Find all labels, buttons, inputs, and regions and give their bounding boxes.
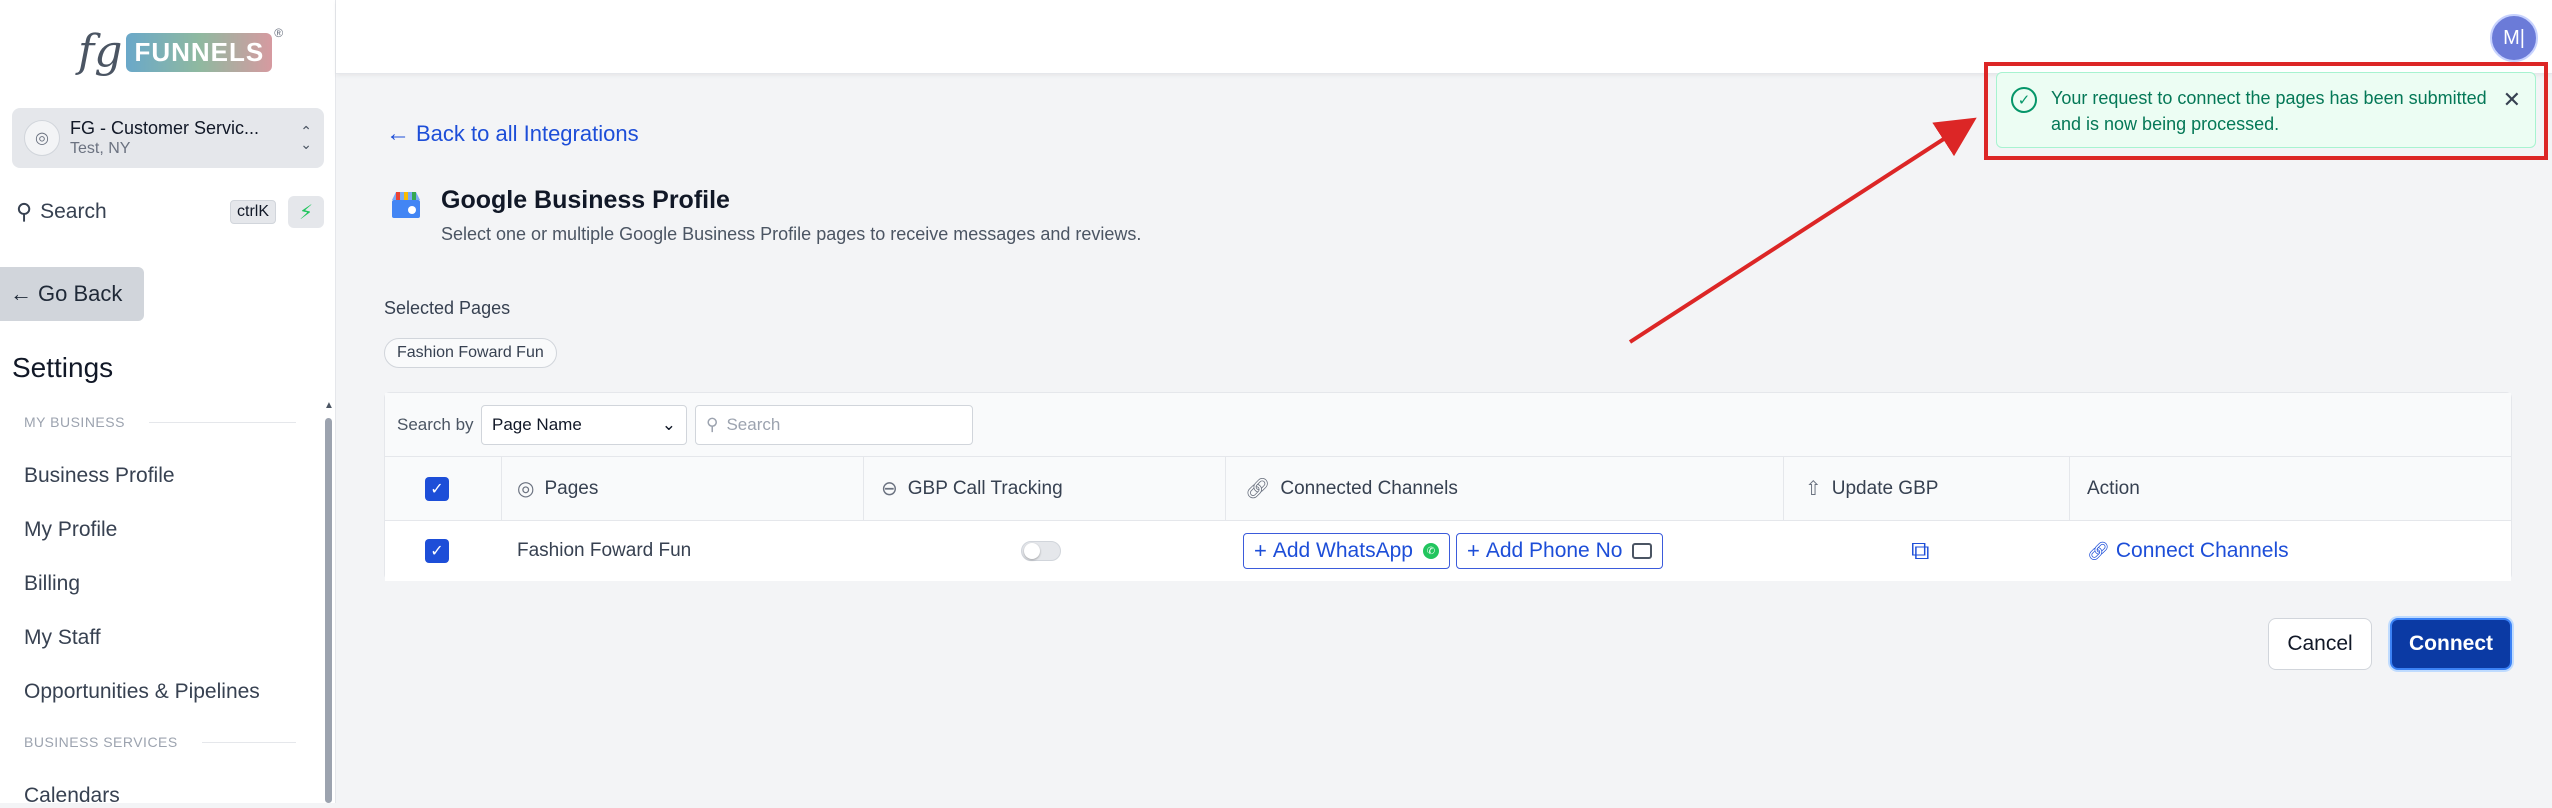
annotation-highlight-box — [1984, 62, 2548, 160]
table-row: ✓ Fashion Foward Fun + Add WhatsApp ✆ + … — [385, 521, 2511, 581]
plus-icon: + — [1254, 538, 1267, 563]
google-business-profile-icon — [392, 192, 420, 218]
column-gbp-call-tracking: ⊖ GBP Call Tracking — [881, 457, 1063, 520]
column-update-gbp-label: Update GBP — [1831, 477, 1939, 499]
connect-channels-label: Connect Channels — [2115, 539, 2289, 562]
nav-calendars[interactable]: Calendars — [24, 784, 120, 808]
nav-business-profile[interactable]: Business Profile — [24, 464, 175, 488]
scroll-up-icon[interactable]: ▲ — [324, 400, 334, 411]
sidebar-search[interactable]: ⚲ Search ctrlK ⚡ — [16, 196, 324, 228]
row-call-tracking-toggle-cell — [1021, 521, 1061, 581]
section-my-business: MY BUSINESS — [24, 414, 296, 430]
connect-channels-link[interactable]: 🔗︎ Connect Channels — [2087, 539, 2289, 563]
row-checkbox[interactable]: ✓ — [425, 539, 449, 563]
table-header-row: ✓ ◎ Pages ⊖ GBP Call Tracking 🔗︎ Connect… — [385, 457, 2511, 521]
location-icon: ◎ — [24, 120, 60, 156]
column-action-label: Action — [2087, 477, 2140, 499]
nav-opportunities-pipelines[interactable]: Opportunities & Pipelines — [24, 680, 260, 704]
sidebar-scrollbar[interactable] — [325, 418, 332, 803]
toggle-icon: ⊖ — [881, 478, 898, 500]
column-pages: ◎ Pages — [517, 457, 598, 520]
link-icon: 🔗︎ — [2087, 540, 2110, 561]
nav-my-profile[interactable]: My Profile — [24, 518, 117, 542]
back-link-label: Back to all Integrations — [416, 121, 639, 146]
arrow-left-icon: ← — [386, 120, 410, 147]
quick-actions-bolt-icon[interactable]: ⚡ — [288, 196, 324, 228]
integration-title: Google Business Profile — [441, 186, 730, 214]
table-search-placeholder: Search — [726, 415, 781, 434]
search-by-select-value: Page Name — [492, 415, 582, 434]
row-checkbox-cell: ✓ — [425, 521, 449, 581]
nav-my-staff[interactable]: My Staff — [24, 626, 101, 650]
column-gbp-call-tracking-label: GBP Call Tracking — [907, 477, 1063, 499]
select-all-checkbox-cell: ✓ — [425, 457, 449, 520]
settings-title: Settings — [12, 352, 114, 383]
section-my-business-label: MY BUSINESS — [24, 414, 125, 430]
column-connected-channels: 🔗︎ Connected Channels — [1245, 457, 1458, 520]
account-name: FG - Customer Servic... — [70, 117, 260, 138]
search-icon: ⚲ — [16, 199, 33, 224]
column-action: Action — [2087, 457, 2140, 520]
go-back-button[interactable]: ← Go Back — [0, 267, 144, 321]
go-back-label: Go Back — [38, 281, 123, 306]
section-business-services-label: BUSINESS SERVICES — [24, 734, 178, 750]
table-search-input[interactable]: ⚲ Search — [695, 405, 973, 445]
external-link-icon[interactable]: ⧉ — [1911, 535, 1930, 567]
sidebar: fg FUNNELS ® ◎ FG - Customer Servic... T… — [0, 0, 336, 807]
integration-description: Select one or multiple Google Business P… — [441, 224, 1142, 244]
user-avatar[interactable]: M| — [2490, 14, 2538, 62]
account-switcher[interactable]: ◎ FG - Customer Servic... Test, NY ⌃ ⌄ — [12, 108, 324, 168]
table-filter-row: Search by Page Name ⌄ ⚲ Search — [385, 393, 2511, 457]
column-pages-label: Pages — [544, 477, 599, 499]
back-to-integrations-link[interactable]: ← Back to all Integrations — [386, 120, 639, 148]
search-icon: ⚲ — [706, 415, 719, 434]
row-update-gbp-cell: ⧉ — [1911, 521, 1930, 581]
chevron-up-down-icon: ⌃ ⌄ — [300, 123, 312, 152]
row-connected-channels: + Add WhatsApp ✆ + Add Phone No — [1243, 521, 1669, 581]
search-by-select[interactable]: Page Name ⌄ — [481, 405, 687, 445]
message-icon — [1632, 543, 1653, 559]
user-circle-icon: ◎ — [517, 478, 535, 500]
upload-icon: ⇧ — [1805, 478, 1822, 500]
sidebar-search-label: Search — [40, 200, 107, 223]
cancel-button[interactable]: Cancel — [2268, 618, 2372, 670]
account-location: Test, NY — [70, 140, 131, 158]
arrow-left-icon: ← — [10, 281, 32, 306]
pages-table: Search by Page Name ⌄ ⚲ Search ✓ ◎ Pages… — [384, 392, 2512, 581]
add-phone-label: Add Phone No — [1485, 539, 1623, 562]
nav-billing[interactable]: Billing — [24, 572, 80, 596]
select-all-checkbox[interactable]: ✓ — [425, 476, 449, 501]
row-action-cell: 🔗︎ Connect Channels — [2087, 521, 2289, 581]
selected-page-chip[interactable]: Fashion Foward Fun — [384, 338, 557, 368]
selected-pages-label: Selected Pages — [384, 298, 511, 318]
whatsapp-icon: ✆ — [1422, 543, 1439, 559]
chevron-down-icon: ⌄ — [661, 415, 676, 434]
logo-prefix: fg — [78, 26, 123, 77]
column-update-gbp: ⇧ Update GBP — [1805, 457, 1938, 520]
plus-icon: + — [1466, 538, 1480, 563]
add-whatsapp-label: Add WhatsApp — [1272, 539, 1413, 562]
logo-word: FUNNELS — [126, 32, 273, 72]
link-icon: 🔗︎ — [1245, 478, 1271, 500]
brand-logo[interactable]: fg FUNNELS ® — [78, 22, 283, 82]
column-connected-channels-label: Connected Channels — [1280, 477, 1458, 499]
call-tracking-toggle[interactable] — [1021, 541, 1061, 561]
row-page-name: Fashion Foward Fun — [517, 540, 692, 561]
search-by-label: Search by — [397, 415, 474, 434]
add-phone-button[interactable]: + Add Phone No — [1455, 533, 1664, 569]
search-shortcut: ctrlK — [230, 200, 276, 224]
logo-registered-mark: ® — [274, 26, 284, 40]
connect-button[interactable]: Connect — [2390, 618, 2512, 670]
section-business-services: BUSINESS SERVICES — [24, 734, 296, 750]
add-whatsapp-button[interactable]: + Add WhatsApp ✆ — [1243, 533, 1450, 569]
